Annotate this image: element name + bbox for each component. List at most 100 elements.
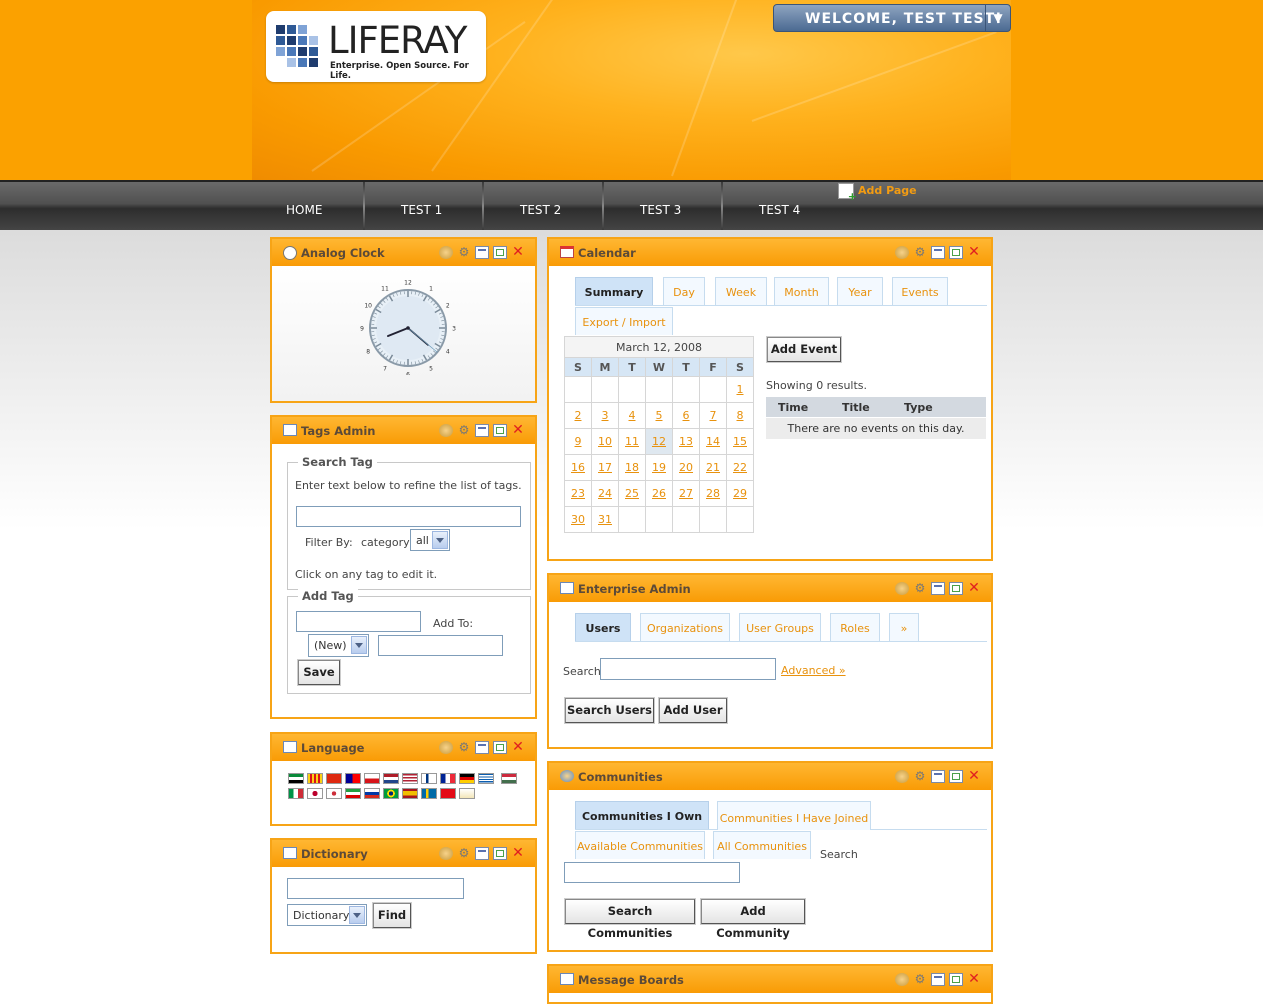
calendar-day[interactable]: 12 [646, 429, 673, 455]
calendar-day[interactable]: 13 [673, 429, 700, 455]
add-event-button[interactable]: Add Event [767, 337, 841, 362]
calendar-day[interactable]: 20 [673, 455, 700, 481]
minimize-icon[interactable] [931, 770, 945, 783]
calendar-day[interactable]: 6 [673, 403, 700, 429]
calendar-day[interactable]: 9 [565, 429, 592, 455]
maximize-icon[interactable] [949, 973, 963, 986]
flag-taiwan-icon[interactable] [345, 773, 361, 784]
search-communities-button[interactable]: Search Communities [565, 899, 695, 924]
tab-week[interactable]: Week [715, 277, 767, 305]
calendar-day[interactable]: 29 [727, 481, 754, 507]
flag-vietnamese-icon[interactable] [459, 788, 475, 799]
calendar-day[interactable]: 5 [646, 403, 673, 429]
look-and-feel-icon[interactable] [895, 770, 909, 783]
flag-czech-icon[interactable] [364, 773, 380, 784]
close-icon[interactable]: ✕ [967, 246, 981, 259]
calendar-day[interactable]: 4 [619, 403, 646, 429]
minimize-icon[interactable] [931, 973, 945, 986]
maximize-icon[interactable] [949, 770, 963, 783]
search-users-button[interactable]: Search Users [565, 698, 654, 723]
calendar-day[interactable]: 18 [619, 455, 646, 481]
nav-item-test-2[interactable]: TEST 2 [484, 182, 602, 230]
minimize-icon[interactable] [475, 741, 489, 754]
calendar-day[interactable]: 26 [646, 481, 673, 507]
calendar-day[interactable]: 19 [646, 455, 673, 481]
configuration-icon[interactable]: ⚙ [913, 770, 927, 783]
calendar-day[interactable]: 17 [592, 455, 619, 481]
add-page-link[interactable]: Add Page [838, 183, 917, 199]
calendar-day[interactable]: 21 [700, 455, 727, 481]
maximize-icon[interactable] [493, 741, 507, 754]
flag-arabic-icon[interactable] [288, 773, 304, 784]
calendar-day[interactable]: 10 [592, 429, 619, 455]
tab-day[interactable]: Day [663, 277, 705, 305]
look-and-feel-icon[interactable] [895, 246, 909, 259]
flag-hungarian-icon[interactable] [501, 773, 517, 784]
add-to-select[interactable]: (New) [308, 634, 369, 657]
close-icon[interactable]: ✕ [967, 582, 981, 595]
tab-export-import[interactable]: Export / Import [575, 307, 673, 335]
maximize-icon[interactable] [949, 582, 963, 595]
dictionary-select[interactable]: Dictionary [287, 904, 367, 926]
tab-organizations[interactable]: Organizations [640, 613, 730, 641]
calendar-day[interactable]: 22 [727, 455, 754, 481]
search-communities-input[interactable] [564, 862, 740, 883]
tab-communities-i-have-joined[interactable]: Communities I Have Joined [717, 801, 871, 830]
liferay-logo[interactable]: LIFERAY Enterprise. Open Source. For Lif… [266, 11, 486, 82]
tab-roles[interactable]: Roles [830, 613, 880, 641]
flag-turkish-icon[interactable] [440, 788, 456, 799]
look-and-feel-icon[interactable] [439, 847, 453, 860]
calendar-day[interactable]: 15 [727, 429, 754, 455]
tab-summary[interactable]: Summary [575, 277, 653, 305]
advanced-search-link[interactable]: Advanced » [781, 664, 846, 677]
add-to-input[interactable] [378, 635, 503, 656]
tab-communities-i-own[interactable]: Communities I Own [575, 801, 709, 829]
calendar-day[interactable]: 14 [700, 429, 727, 455]
search-users-input[interactable] [600, 658, 776, 680]
close-icon[interactable]: ✕ [511, 847, 525, 860]
tab-month[interactable]: Month [774, 277, 829, 305]
tab-more[interactable]: » [889, 613, 919, 641]
minimize-icon[interactable] [931, 582, 945, 595]
look-and-feel-icon[interactable] [439, 741, 453, 754]
configuration-icon[interactable]: ⚙ [457, 246, 471, 259]
add-user-button[interactable]: Add User [659, 698, 727, 723]
calendar-day[interactable]: 7 [700, 403, 727, 429]
look-and-feel-icon[interactable] [895, 582, 909, 595]
calendar-day[interactable]: 16 [565, 455, 592, 481]
close-icon[interactable]: ✕ [511, 741, 525, 754]
flag-italian-icon[interactable] [288, 788, 304, 799]
nav-item-test-3[interactable]: TEST 3 [604, 182, 722, 230]
minimize-icon[interactable] [475, 424, 489, 437]
tab-available-communities[interactable]: Available Communities [575, 831, 705, 859]
flag-finnish-icon[interactable] [421, 773, 437, 784]
flag-dutch-icon[interactable] [383, 773, 399, 784]
maximize-icon[interactable] [493, 424, 507, 437]
flag-catalan-icon[interactable] [307, 773, 323, 784]
flag-portuguese-icon[interactable] [383, 788, 399, 799]
tab-users[interactable]: Users [575, 613, 631, 641]
flag-french-icon[interactable] [440, 773, 456, 784]
maximize-icon[interactable] [493, 847, 507, 860]
close-icon[interactable]: ✕ [511, 424, 525, 437]
configuration-icon[interactable]: ⚙ [457, 741, 471, 754]
flag-swedish-icon[interactable] [421, 788, 437, 799]
new-tag-input[interactable] [296, 611, 421, 632]
find-button[interactable]: Find [373, 903, 411, 928]
close-icon[interactable]: ✕ [967, 770, 981, 783]
flag-japanese-icon[interactable] [307, 788, 323, 799]
filter-select[interactable]: all [410, 529, 450, 551]
flag-chinese-icon[interactable] [326, 773, 342, 784]
calendar-day[interactable]: 8 [727, 403, 754, 429]
calendar-day[interactable]: 11 [619, 429, 646, 455]
tab-events[interactable]: Events [892, 277, 948, 305]
close-icon[interactable]: ✕ [511, 246, 525, 259]
calendar-day[interactable]: 25 [619, 481, 646, 507]
dropdown-arrow-icon[interactable]: ▼ [985, 5, 1010, 31]
flag-russian-icon[interactable] [364, 788, 380, 799]
flag-korean-icon[interactable] [326, 788, 342, 799]
tab-user-groups[interactable]: User Groups [739, 613, 821, 641]
calendar-day[interactable]: 3 [592, 403, 619, 429]
calendar-day[interactable]: 2 [565, 403, 592, 429]
look-and-feel-icon[interactable] [439, 424, 453, 437]
